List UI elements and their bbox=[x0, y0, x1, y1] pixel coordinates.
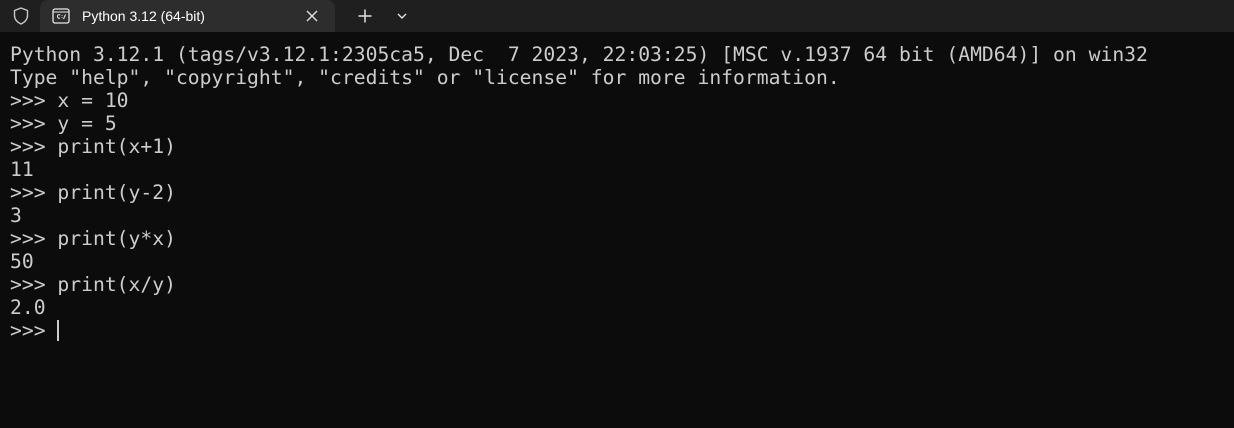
close-icon bbox=[306, 10, 318, 22]
chevron-down-icon bbox=[397, 13, 407, 19]
title-bar: Python 3.12 (64-bit) bbox=[0, 0, 1234, 32]
console-line: 3 bbox=[10, 204, 22, 227]
console-line: >>> print(x+1) bbox=[10, 135, 176, 158]
console-line: >>> print(x/y) bbox=[10, 273, 176, 296]
shield-icon bbox=[13, 7, 29, 25]
console-line: 2.0 bbox=[10, 296, 46, 319]
terminal-icon bbox=[52, 8, 70, 24]
console-line: >>> x = 10 bbox=[10, 89, 129, 112]
console-line: >>> print(y-2) bbox=[10, 181, 176, 204]
console-line: 11 bbox=[10, 158, 34, 181]
plus-icon bbox=[358, 9, 372, 23]
new-tab-button[interactable] bbox=[349, 3, 381, 29]
tab-dropdown-button[interactable] bbox=[389, 3, 415, 29]
console-line: >>> print(y*x) bbox=[10, 227, 176, 250]
text-cursor bbox=[57, 320, 60, 341]
tab-title: Python 3.12 (64-bit) bbox=[82, 8, 205, 24]
input-line[interactable]: >>> bbox=[10, 319, 1224, 342]
console-output[interactable]: Python 3.12.1 (tags/v3.12.1:2305ca5, Dec… bbox=[10, 43, 1224, 423]
console-line: >>> y = 5 bbox=[10, 112, 117, 135]
console-line: 50 bbox=[10, 250, 34, 273]
console-line: Python 3.12.1 (tags/v3.12.1:2305ca5, Dec… bbox=[10, 43, 1148, 66]
prompt: >>> bbox=[10, 319, 58, 342]
shield-button[interactable] bbox=[7, 3, 35, 29]
tab-python[interactable]: Python 3.12 (64-bit) bbox=[40, 0, 335, 32]
tab-close-button[interactable] bbox=[302, 6, 322, 26]
terminal-window: Python 3.12 (64-bit) Python 3.12.1 (tags… bbox=[0, 0, 1234, 428]
console-line: Type "help", "copyright", "credits" or "… bbox=[10, 66, 840, 89]
